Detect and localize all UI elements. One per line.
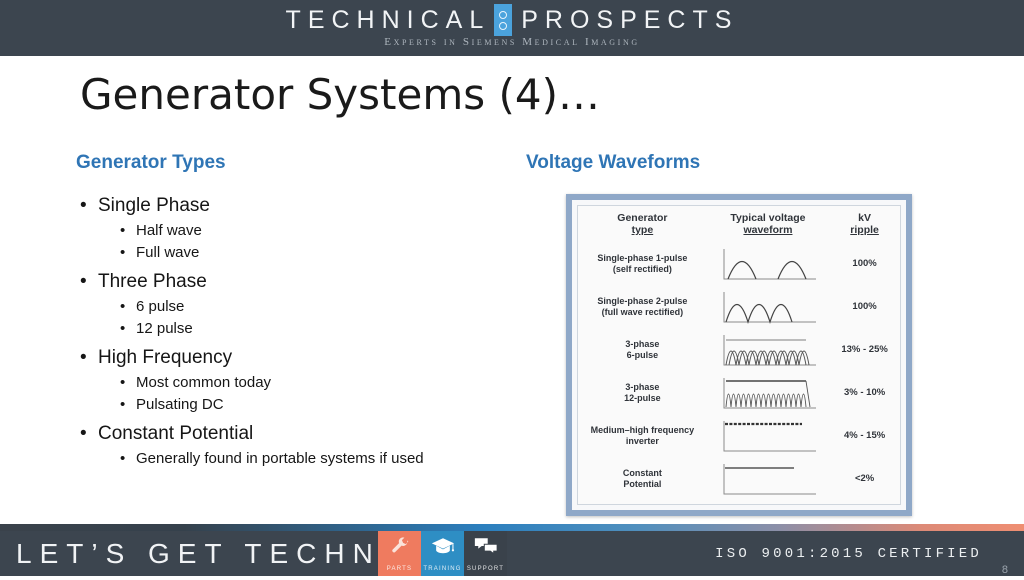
- footer-tiles: PARTS TRAINING SUPPORT: [378, 531, 507, 576]
- bullet-glyph: •: [120, 450, 126, 467]
- brand-word-right: PROSPECTS: [521, 6, 739, 34]
- cell-kv-ripple: 3% - 10%: [843, 387, 886, 398]
- footer-tile-label: PARTS: [386, 566, 413, 572]
- slide: TECHNICAL PROSPECTS Experts in Siemens M…: [0, 0, 1024, 576]
- sub-bullet-label: Most common today: [136, 374, 272, 391]
- brand-word-left: TECHNICAL: [285, 6, 491, 34]
- bullet-label: Single Phase: [98, 195, 210, 216]
- list-item: • Most common today: [98, 372, 526, 394]
- sub-list: • Half wave • Full wave: [98, 220, 526, 264]
- cell-generator-type: Medium–high frequency inverter: [590, 424, 695, 446]
- footer-tile-support[interactable]: SUPPORT: [464, 531, 507, 576]
- footer-tile-training[interactable]: TRAINING: [421, 531, 464, 576]
- sub-bullet-label: Full wave: [136, 244, 200, 261]
- bullet-glyph: •: [120, 320, 126, 337]
- bullet-label: High Frequency: [98, 347, 233, 368]
- two-circles-logo-icon: [494, 4, 513, 36]
- bullet-glyph: •: [120, 222, 126, 239]
- bullet-label: Constant Potential: [98, 423, 254, 444]
- constant-potential-waveform-icon: [707, 457, 829, 500]
- cell-kv-ripple: 100%: [852, 258, 877, 269]
- graduation-cap-icon: [421, 536, 464, 561]
- list-item: • Constant Potential • Generally found i…: [76, 420, 526, 470]
- sub-list: • 6 pulse • 12 pulse: [98, 296, 526, 340]
- generator-types-list: • Single Phase • Half wave • Full wave •…: [76, 192, 526, 470]
- chat-bubbles-icon: [464, 536, 507, 561]
- waveform-figure-inner: Generator type Typical voltage waveform …: [577, 205, 901, 505]
- cell-kv-ripple: 4% - 15%: [843, 430, 886, 441]
- footer-tile-label: SUPPORT: [466, 566, 505, 572]
- cell-generator-type: 3-phase 12-pulse: [624, 381, 661, 403]
- list-item: • Half wave: [98, 220, 526, 242]
- slide-page-number: 8: [1001, 564, 1008, 576]
- logo-dot-bottom: [499, 21, 508, 30]
- footer-tile-label: TRAINING: [423, 566, 462, 572]
- waveform-table: Generator type Typical voltage waveform …: [578, 206, 900, 500]
- sub-bullet-label: Pulsating DC: [136, 396, 224, 413]
- list-item: • Pulsating DC: [98, 394, 526, 416]
- medium-high-frequency-waveform-icon: [707, 414, 829, 457]
- list-item: • Generally found in portable systems if…: [98, 448, 486, 470]
- cell-generator-type: Single-phase 2-pulse (full wave rectifie…: [597, 295, 688, 317]
- cell-generator-type: Single-phase 1-pulse (self rectified): [597, 252, 688, 274]
- brand-tagline: Experts in Siemens Medical Imaging: [384, 36, 640, 48]
- bullet-glyph: •: [120, 244, 126, 261]
- page-title: Generator Systems (4)…: [80, 70, 600, 119]
- table-row: Single-phase 1-pulse (self rectified) 10…: [578, 242, 900, 285]
- table-row: Single-phase 2-pulse (full wave rectifie…: [578, 285, 900, 328]
- table-row: 3-phase 6-pulse 13% - 25%: [578, 328, 900, 371]
- footer-accent-gradient: [0, 524, 1024, 531]
- table-row: Medium–high frequency inverter 4% - 15%: [578, 414, 900, 457]
- cell-kv-ripple: 100%: [852, 301, 877, 312]
- bullet-label: Three Phase: [98, 271, 207, 292]
- logo-dot-top: [499, 10, 508, 19]
- sub-bullet-label: Half wave: [136, 222, 202, 239]
- bullet-glyph: •: [80, 195, 87, 216]
- table-header-row: Generator type Typical voltage waveform …: [578, 206, 900, 242]
- footer-tile-parts[interactable]: PARTS: [378, 531, 421, 576]
- column-header-kv-ripple: kV ripple: [850, 212, 879, 236]
- left-content-column: Generator Types • Single Phase • Half wa…: [76, 152, 526, 474]
- sub-bullet-label: 12 pulse: [136, 320, 193, 337]
- waveform-figure-frame: Generator type Typical voltage waveform …: [566, 194, 912, 516]
- bullet-glyph: •: [120, 298, 126, 315]
- list-item: • Single Phase • Half wave • Full wave: [76, 192, 526, 264]
- half-wave-rectified-waveform-icon: [707, 242, 829, 285]
- table-row: 3-phase 12-pulse 3% - 10%: [578, 371, 900, 414]
- voltage-waveforms-heading: Voltage Waveforms: [526, 152, 701, 173]
- cell-kv-ripple: 13% - 25%: [841, 344, 888, 355]
- bullet-glyph: •: [120, 396, 126, 413]
- brand-lockup: TECHNICAL PROSPECTS: [0, 4, 1024, 36]
- sub-bullet-label: Generally found in portable systems if u…: [136, 450, 424, 467]
- three-phase-12-pulse-waveform-icon: [707, 371, 829, 414]
- slide-header: TECHNICAL PROSPECTS Experts in Siemens M…: [0, 0, 1024, 56]
- iso-certification-text: ISO 9001:2015 CERTIFIED: [715, 545, 982, 562]
- bullet-glyph: •: [80, 271, 87, 292]
- cell-kv-ripple: <2%: [854, 473, 875, 484]
- sub-list: • Generally found in portable systems if…: [98, 448, 526, 470]
- cell-generator-type: 3-phase 6-pulse: [625, 338, 660, 360]
- bullet-glyph: •: [80, 423, 87, 444]
- sub-list: • Most common today • Pulsating DC: [98, 372, 526, 416]
- right-content-column: Voltage Waveforms Generator type Typical…: [526, 152, 946, 516]
- table-row: Constant Potential <2%: [578, 457, 900, 500]
- sub-bullet-label: 6 pulse: [136, 298, 185, 315]
- full-wave-rectified-waveform-icon: [707, 285, 829, 328]
- list-item: • 12 pulse: [98, 318, 526, 340]
- generator-types-heading: Generator Types: [76, 152, 226, 173]
- list-item: • Full wave: [98, 242, 526, 264]
- column-header-generator-type: Generator type: [617, 212, 668, 236]
- bullet-glyph: •: [120, 374, 126, 391]
- slide-footer: LET’S GET TECHNICAL PARTS TRAINING SUPPO…: [0, 531, 1024, 576]
- cell-generator-type: Constant Potential: [622, 467, 662, 489]
- three-phase-6-pulse-waveform-icon: [707, 328, 829, 371]
- wrench-icon: [378, 536, 421, 561]
- list-item: • Three Phase • 6 pulse • 12 pulse: [76, 268, 526, 340]
- list-item: • High Frequency • Most common today • P…: [76, 344, 526, 416]
- column-header-typical-voltage-waveform: Typical voltage waveform: [730, 212, 806, 236]
- bullet-glyph: •: [80, 347, 87, 368]
- list-item: • 6 pulse: [98, 296, 526, 318]
